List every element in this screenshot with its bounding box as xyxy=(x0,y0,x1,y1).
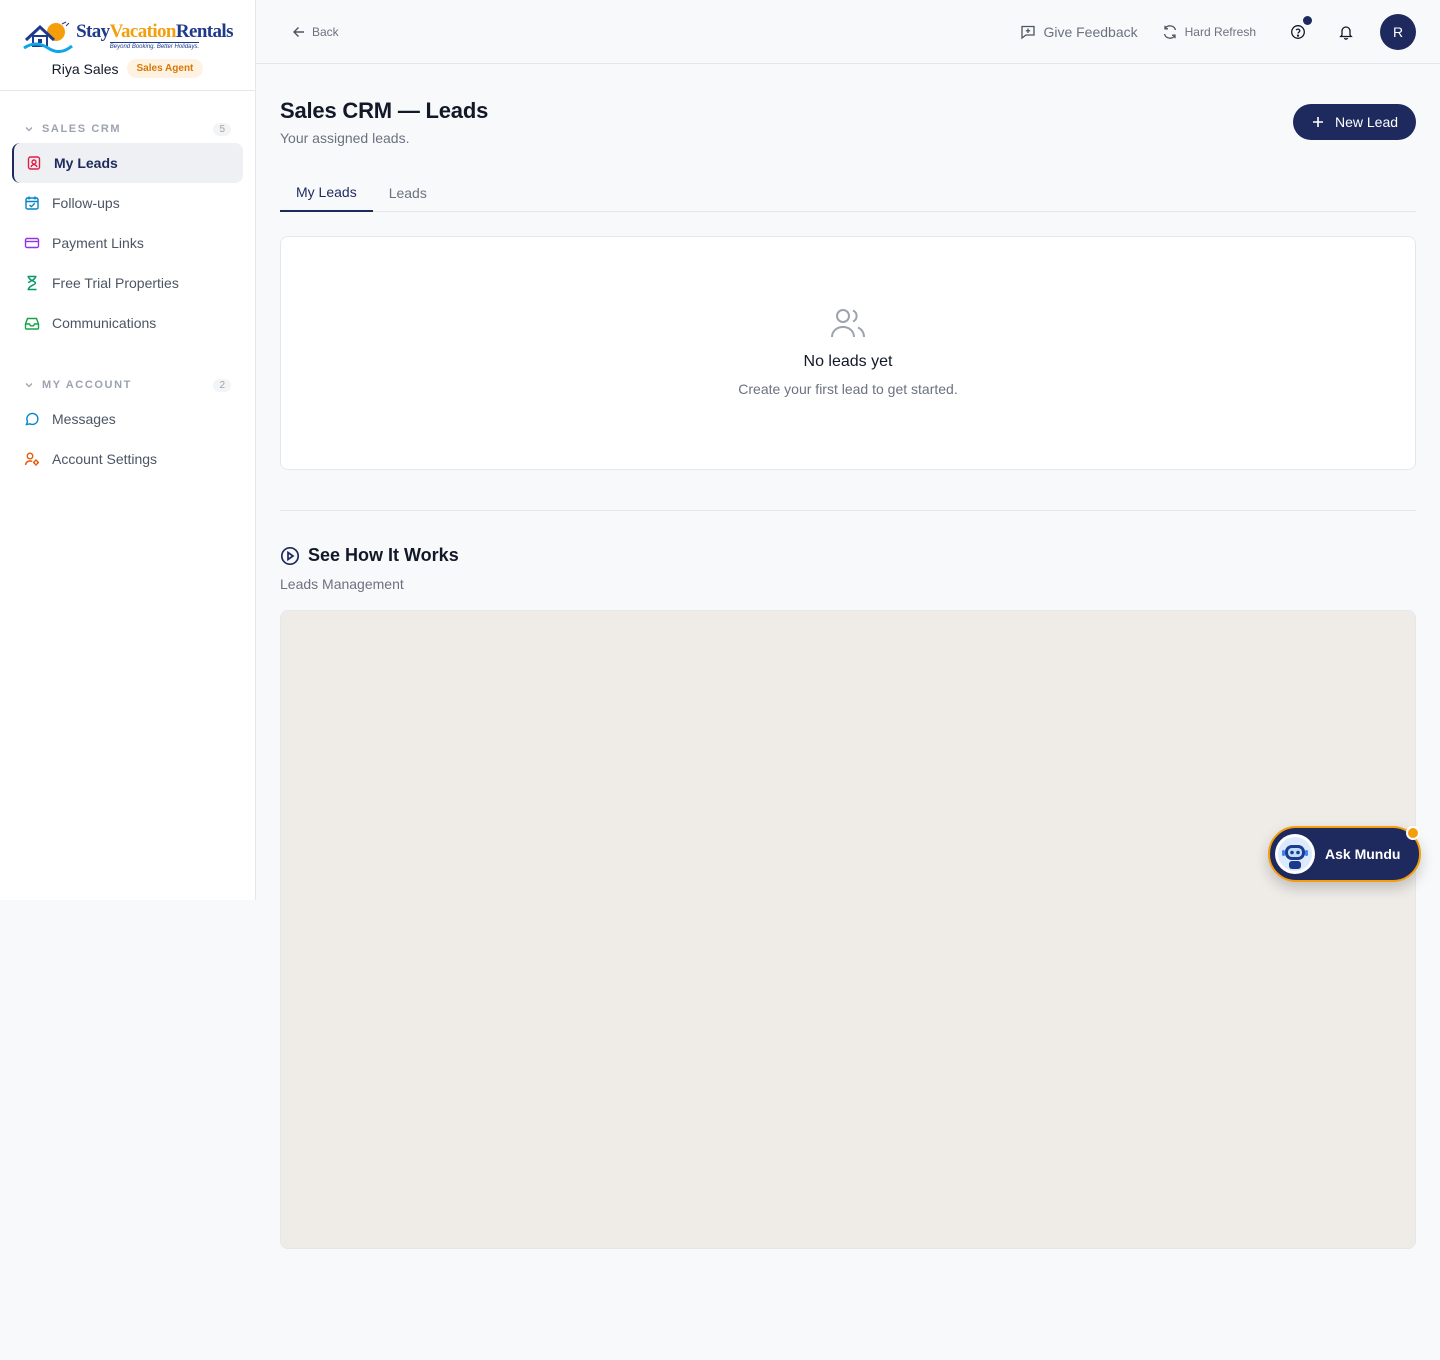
new-lead-button[interactable]: New Lead xyxy=(1293,104,1416,140)
sidebar-item-label: Account Settings xyxy=(52,451,158,467)
logo-wordmark: StayVacationRentals Beyond Booking. Bett… xyxy=(76,21,234,51)
lead-tabs: My Leads Leads xyxy=(280,174,1416,212)
sidebar-item-label: Messages xyxy=(52,411,116,427)
new-lead-label: New Lead xyxy=(1334,114,1399,130)
help-indicator-dot xyxy=(1303,15,1312,25)
robot-avatar-icon xyxy=(1275,834,1315,874)
sidebar-item-communications[interactable]: Communications xyxy=(12,303,243,343)
refresh-icon xyxy=(1163,24,1176,39)
section-label: SALES CRM xyxy=(42,123,122,135)
section-count-badge: 2 xyxy=(213,378,231,392)
page-subtitle: Your assigned leads. xyxy=(280,130,410,146)
main-content: Sales CRM — Leads Your assigned leads. N… xyxy=(280,64,1416,1249)
back-button[interactable]: Back xyxy=(292,25,339,39)
how-it-works-subtitle: Leads Management xyxy=(280,576,404,592)
back-label: Back xyxy=(312,24,339,39)
logo-word-rentals: Rentals xyxy=(175,21,234,42)
arrow-left-icon xyxy=(293,26,304,37)
sidebar-item-label: Follow-ups xyxy=(52,195,120,211)
user-name: Riya Sales xyxy=(51,60,119,77)
user-avatar[interactable]: R xyxy=(1380,13,1416,50)
empty-state-subtitle: Create your first lead to get started. xyxy=(738,381,958,397)
give-feedback-label: Give Feedback xyxy=(1043,23,1138,40)
section-count-badge: 5 xyxy=(213,122,231,136)
give-feedback-button[interactable]: Give Feedback xyxy=(1020,23,1138,40)
hard-refresh-button[interactable]: Hard Refresh xyxy=(1162,24,1256,40)
sidebar-item-label: Communications xyxy=(52,315,157,331)
calendar-check-icon xyxy=(24,195,40,211)
assistant-notification-dot xyxy=(1406,826,1420,840)
ask-mundu-label: Ask Mundu xyxy=(1325,846,1401,862)
logo-word-stay: Stay xyxy=(76,21,110,42)
credit-card-icon xyxy=(24,235,40,251)
how-it-works-title: See How It Works xyxy=(308,545,459,565)
sidebar-item-messages[interactable]: Messages xyxy=(12,399,243,439)
sidebar-item-my-leads[interactable]: My Leads xyxy=(12,143,243,183)
how-it-works-header: See How It Works xyxy=(280,545,1416,566)
sidebar: StayVacationRentals Beyond Booking. Bett… xyxy=(0,0,256,900)
section-my-account[interactable]: MY ACCOUNT 2 xyxy=(12,375,243,395)
empty-state-title: No leads yet xyxy=(803,353,893,370)
sidebar-item-account-settings[interactable]: Account Settings xyxy=(12,439,243,479)
section-label: MY ACCOUNT xyxy=(42,379,132,391)
notifications-button[interactable] xyxy=(1334,20,1358,44)
empty-state-card: No leads yet Create your first lead to g… xyxy=(280,236,1416,470)
sidebar-item-payment-links[interactable]: Payment Links xyxy=(12,223,243,263)
message-circle-icon xyxy=(24,411,40,427)
ask-mundu-button[interactable]: Ask Mundu xyxy=(1268,826,1421,882)
chevron-down-icon xyxy=(25,383,33,388)
house-wave-logo-icon xyxy=(23,21,74,53)
user-cog-icon xyxy=(24,451,40,467)
chevron-down-icon xyxy=(25,127,33,132)
hard-refresh-label: Hard Refresh xyxy=(1184,24,1256,39)
inbox-icon xyxy=(24,315,40,331)
page-title: Sales CRM — Leads xyxy=(280,98,489,123)
logo-tagline: Beyond Booking. Better Holidays. xyxy=(109,42,200,50)
sidebar-item-label: Free Trial Properties xyxy=(52,275,179,291)
brand-header: StayVacationRentals Beyond Booking. Bett… xyxy=(0,0,255,91)
section-sales-crm[interactable]: SALES CRM 5 xyxy=(12,119,243,139)
tab-my-leads[interactable]: My Leads xyxy=(280,174,373,212)
sidebar-item-label: Payment Links xyxy=(52,235,144,251)
sidebar-item-label: My Leads xyxy=(54,155,118,171)
top-bar: Back Give Feedback Hard Refresh R xyxy=(256,0,1440,64)
role-badge: Sales Agent xyxy=(126,59,204,78)
users-icon xyxy=(831,309,865,338)
video-player[interactable] xyxy=(280,610,1416,1249)
contact-icon xyxy=(26,155,42,171)
sidebar-nav: SALES CRM 5 My Leads Follow-ups Payment … xyxy=(0,119,255,479)
sidebar-item-follow-ups[interactable]: Follow-ups xyxy=(12,183,243,223)
logo-word-vacation: Vacation xyxy=(109,21,177,42)
help-button[interactable] xyxy=(1286,15,1312,44)
bell-icon xyxy=(1339,25,1353,40)
tab-leads[interactable]: Leads xyxy=(373,174,443,211)
user-info: Riya Sales Sales Agent xyxy=(52,59,204,78)
hourglass-icon xyxy=(24,275,40,291)
robot-icon xyxy=(1278,837,1312,871)
sidebar-item-free-trial-properties[interactable]: Free Trial Properties xyxy=(12,263,243,303)
message-plus-icon xyxy=(1021,25,1036,39)
play-circle-icon xyxy=(280,546,300,565)
company-logo[interactable]: StayVacationRentals Beyond Booking. Bett… xyxy=(22,18,234,54)
help-circle-icon xyxy=(1291,24,1305,39)
section-divider xyxy=(280,510,1416,511)
plus-icon xyxy=(1312,117,1323,127)
